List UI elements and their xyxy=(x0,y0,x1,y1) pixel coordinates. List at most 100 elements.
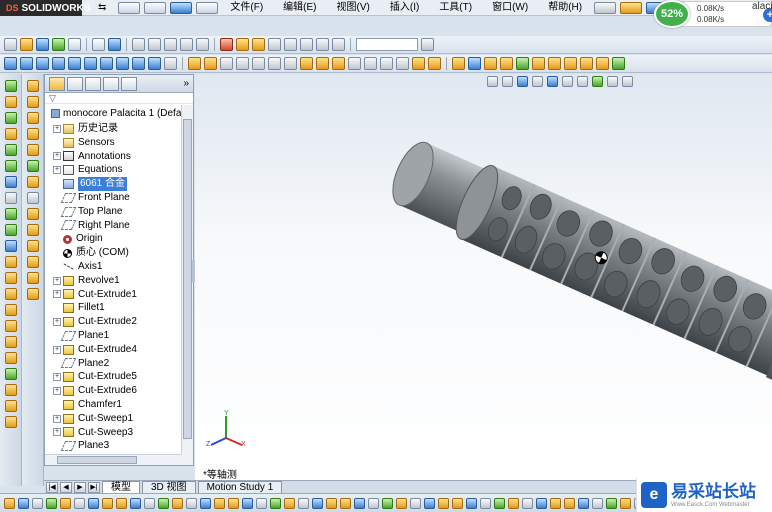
dome-icon[interactable] xyxy=(4,224,17,236)
render-icon[interactable] xyxy=(332,38,345,51)
expand-toggle-icon[interactable]: + xyxy=(53,345,61,354)
tree-root-part[interactable]: monocore Palacita 1 (Defa xyxy=(45,106,193,122)
expand-toggle-icon[interactable]: + xyxy=(53,124,61,133)
first-tab-icon[interactable]: |◀ xyxy=(46,482,58,493)
sketch-tool-icon[interactable] xyxy=(116,497,127,509)
rectangle-icon[interactable] xyxy=(26,128,39,140)
options-icon[interactable] xyxy=(68,38,81,51)
sketch-tool-icon[interactable] xyxy=(578,497,589,509)
sketch-tool-icon[interactable] xyxy=(606,497,617,509)
feature-tool-icon[interactable] xyxy=(204,57,217,70)
zoom-area-icon[interactable] xyxy=(144,2,167,14)
menu-insert[interactable]: 插入(I) xyxy=(380,0,429,16)
tree-item[interactable]: + Cut-Sweep3 xyxy=(45,426,193,440)
curve-icon[interactable] xyxy=(4,240,17,252)
smart-dimension-icon[interactable] xyxy=(26,96,39,108)
sheetmetal-icon[interactable] xyxy=(452,57,465,70)
reference-geometry-icon[interactable] xyxy=(4,256,17,268)
appearance-icon[interactable] xyxy=(220,38,233,51)
sketch-tool-icon[interactable] xyxy=(256,497,267,509)
offset-icon[interactable] xyxy=(26,224,39,236)
tree-item[interactable]: Right Plane xyxy=(45,219,193,233)
sketch-tool-icon[interactable] xyxy=(102,497,113,509)
feature-tool-icon[interactable] xyxy=(412,57,425,70)
cut-icon[interactable] xyxy=(4,384,17,396)
rib-icon[interactable] xyxy=(4,192,17,204)
expand-panel-icon[interactable]: » xyxy=(183,78,189,89)
sketch-tool-icon[interactable] xyxy=(18,497,29,509)
cut-icon[interactable] xyxy=(4,352,17,364)
tree-item[interactable]: Sensors xyxy=(45,136,193,150)
rotate-icon[interactable] xyxy=(170,2,193,14)
sketch-tool-icon[interactable] xyxy=(32,497,43,509)
sketch-tool-icon[interactable] xyxy=(410,497,421,509)
hole-icon[interactable] xyxy=(4,272,17,284)
arc-icon[interactable] xyxy=(26,160,39,172)
tree-item[interactable]: + Cut-Extrude4 xyxy=(45,343,193,357)
view-normal-icon[interactable] xyxy=(132,57,145,70)
sketch-tool-icon[interactable] xyxy=(148,38,161,51)
tree-item[interactable]: + Cut-Extrude1 xyxy=(45,288,193,302)
expand-toggle-icon[interactable]: + xyxy=(53,373,61,382)
pin-icon[interactable]: ⇆ xyxy=(88,0,116,16)
sketch-tool-icon[interactable] xyxy=(270,497,281,509)
sketch-tool-icon[interactable] xyxy=(196,38,209,51)
tree-item[interactable]: Axis1 xyxy=(45,260,193,274)
tab-model[interactable]: 模型 xyxy=(102,481,140,493)
sketch-tool-icon[interactable] xyxy=(144,497,155,509)
network-percent-badge[interactable]: 52% xyxy=(654,0,690,28)
feature-tool-icon[interactable] xyxy=(428,57,441,70)
sketch-tool-icon[interactable] xyxy=(4,497,15,509)
wireframe-icon[interactable] xyxy=(164,57,177,70)
pattern-icon[interactable] xyxy=(4,176,17,188)
tree-item[interactable]: Origin xyxy=(45,232,193,246)
spline-icon[interactable] xyxy=(26,176,39,188)
graphics-viewport[interactable] xyxy=(195,74,772,484)
view-bottom-icon[interactable] xyxy=(100,57,113,70)
tree-item[interactable]: Plane1 xyxy=(45,329,193,343)
featuremanager-tab-icon[interactable] xyxy=(49,76,65,91)
sketch-tool-icon[interactable] xyxy=(186,497,197,509)
expand-toggle-icon[interactable]: + xyxy=(53,318,61,327)
sketch-tool-icon[interactable] xyxy=(620,497,631,509)
expand-toggle-icon[interactable]: + xyxy=(53,276,61,285)
feature-tool-icon[interactable] xyxy=(348,57,361,70)
cut-icon[interactable] xyxy=(4,368,17,380)
expand-toggle-icon[interactable]: + xyxy=(53,387,61,396)
menu-view[interactable]: 视图(V) xyxy=(327,0,380,16)
tree-item[interactable]: Chamfer1 xyxy=(45,398,193,412)
rebuild-icon[interactable] xyxy=(52,38,65,51)
sheetmetal-icon[interactable] xyxy=(500,57,513,70)
sketch-tool-icon[interactable] xyxy=(132,38,145,51)
new-doc-icon[interactable] xyxy=(594,2,617,14)
sketch-tool-icon[interactable] xyxy=(340,497,351,509)
feature-tool-icon[interactable] xyxy=(220,57,233,70)
sheetmetal-icon[interactable] xyxy=(484,57,497,70)
expand-toggle-icon[interactable]: + xyxy=(53,166,61,175)
sketch-tool-icon[interactable] xyxy=(438,497,449,509)
tab-motion-study[interactable]: Motion Study 1 xyxy=(197,481,283,493)
render-icon[interactable] xyxy=(284,38,297,51)
sketch-tool-icon[interactable] xyxy=(180,38,193,51)
next-tab-icon[interactable]: ▶ xyxy=(74,482,86,493)
expand-toggle-icon[interactable]: + xyxy=(53,152,61,161)
cut-icon[interactable] xyxy=(4,288,17,300)
sketch-tool-icon[interactable] xyxy=(228,497,239,509)
sheetmetal-icon[interactable] xyxy=(516,57,529,70)
expand-toggle-icon[interactable]: + xyxy=(53,290,61,299)
decal-icon[interactable] xyxy=(252,38,265,51)
filter-icon[interactable]: ▽ xyxy=(45,93,193,104)
feature-tool-icon[interactable] xyxy=(380,57,393,70)
tree-item[interactable]: + Cut-Extrude5 xyxy=(45,370,193,384)
circle-icon[interactable] xyxy=(26,144,39,156)
expand-toggle-icon[interactable]: + xyxy=(53,428,61,437)
tree-item[interactable]: + Cut-Sweep1 xyxy=(45,412,193,426)
sketch-tool-icon[interactable] xyxy=(494,497,505,509)
sketch-tool-icon[interactable] xyxy=(522,497,533,509)
move-icon[interactable] xyxy=(26,256,39,268)
render-icon[interactable] xyxy=(268,38,281,51)
scroll-thumb[interactable] xyxy=(183,119,192,439)
configuration-combo[interactable] xyxy=(356,38,418,51)
sketch-tool-icon[interactable] xyxy=(312,497,323,509)
lights-icon[interactable] xyxy=(236,38,249,51)
